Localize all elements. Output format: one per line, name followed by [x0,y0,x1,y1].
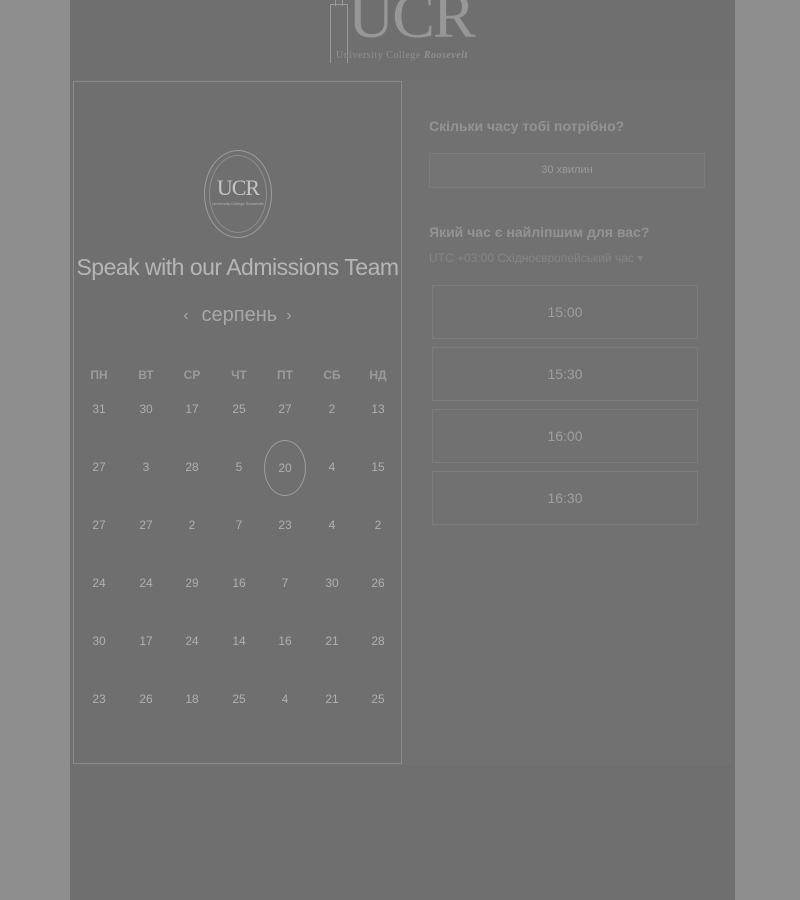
weekday-label: ВТ [138,368,154,382]
next-month-chevron-icon[interactable]: › [278,307,300,325]
calendar-day[interactable]: 27 [265,402,305,416]
booking-panel: Скільки часу тобі потрібно? 30 хвилин Як… [429,81,729,764]
calendar-day[interactable]: 21 [312,692,352,706]
time-slot-button[interactable]: 16:30 [432,471,698,525]
calendar-day[interactable]: 29 [172,576,212,590]
calendar-day[interactable]: 27 [79,460,119,474]
timezone-dropdown[interactable]: UTC +03:00 Східноєвропейський час ▾ [429,251,643,265]
weekday-label: СБ [323,368,341,382]
calendar-day[interactable]: 30 [312,576,352,590]
calendar-day[interactable]: 25 [219,402,259,416]
calendar-day[interactable]: 26 [358,576,398,590]
calendar-day[interactable]: 18 [172,692,212,706]
duration-selector[interactable]: 30 хвилин [429,153,705,188]
calendar-day[interactable]: 28 [172,460,212,474]
calendar-panel: UCR University College Roosevelt Speak w… [73,81,402,764]
calendar-day[interactable]: 16 [265,634,305,648]
month-navigation: ‹ серпень › [74,304,401,327]
calendar-day[interactable]: 30 [79,634,119,648]
calendar-day[interactable]: 17 [126,634,166,648]
calendar-day[interactable]: 15 [358,460,398,474]
duration-question: Скільки часу тобі потрібно? [429,118,625,134]
time-slot-button[interactable]: 16:00 [432,409,698,463]
calendar-day[interactable]: 13 [358,402,398,416]
badge-text: UCR [216,175,260,200]
calendar-day[interactable]: 3 [126,460,166,474]
logo-tagline: University College Roosevelt [336,50,468,61]
calendar-day[interactable]: 7 [219,518,259,532]
calendar-day[interactable]: 31 [79,402,119,416]
calendar-day[interactable]: 28 [358,634,398,648]
weekday-label: НД [369,368,387,382]
calendar-day[interactable]: 24 [126,576,166,590]
calendar-day[interactable]: 30 [126,402,166,416]
weekday-label: СР [183,368,201,382]
calendar-day[interactable]: 14 [219,634,259,648]
calendar-day[interactable]: 2 [312,402,352,416]
prev-month-chevron-icon[interactable]: ‹ [175,307,197,325]
calendar-day[interactable]: 4 [265,692,305,706]
calendar-day[interactable]: 5 [219,460,259,474]
calendar-day[interactable]: 24 [79,576,119,590]
calendar-day[interactable]: 26 [126,692,166,706]
weekday-label: ЧТ [231,368,247,382]
calendar-day[interactable]: 25 [358,692,398,706]
logo-text: UCR [348,0,476,51]
time-question: Який час є найліпшим для вас? [429,224,650,240]
ucr-logo[interactable]: UCR University College Roosevelt [330,0,480,66]
weekday-label: ПТ [277,368,293,382]
calendar-day[interactable]: 23 [79,692,119,706]
calendar-day-selected[interactable]: 20 [264,440,306,496]
time-slot-button[interactable]: 15:30 [432,347,698,401]
calendar-day[interactable]: 16 [219,576,259,590]
calendar-day[interactable]: 7 [265,576,305,590]
calendar-day[interactable]: 2 [172,518,212,532]
calendar-day[interactable]: 4 [312,460,352,474]
calendar-day[interactable]: 2 [358,518,398,532]
month-label: серпень [201,304,278,326]
weekday-label: ПН [90,368,108,382]
weekday-header: ПН ВТ СР ЧТ ПТ СБ НД [74,368,403,384]
ucr-badge-icon: UCR University College Roosevelt [204,150,272,238]
calendar-day[interactable]: 17 [172,402,212,416]
calendar-day[interactable]: 27 [79,518,119,532]
calendar-day[interactable]: 24 [172,634,212,648]
calendar-day[interactable]: 23 [265,518,305,532]
calendar-day[interactable]: 21 [312,634,352,648]
calendar-day[interactable]: 4 [312,518,352,532]
calendar-day[interactable]: 27 [126,518,166,532]
calendar-day[interactable]: 25 [219,692,259,706]
time-slot-button[interactable]: 15:00 [432,285,698,339]
calendar-title: Speak with our Admissions Team [76,254,399,280]
